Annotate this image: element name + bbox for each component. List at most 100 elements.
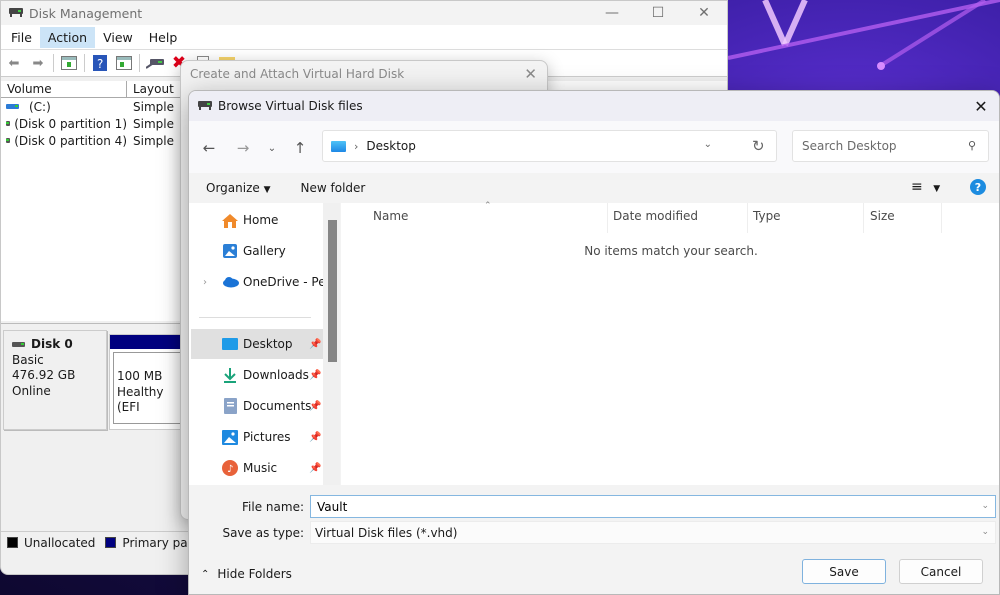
partition-size: 100 MB [117,369,163,383]
cancel-button[interactable]: Cancel [899,559,983,584]
hide-folders-label: Hide Folders [217,567,292,581]
file-name-input[interactable] [317,499,967,514]
unallocated-swatch [7,537,18,548]
show-action-pane-icon[interactable] [115,55,133,71]
up-icon[interactable]: ↑ [290,138,310,158]
organize-button[interactable]: Organize ▼ [206,181,271,195]
column-header-type[interactable]: Type [753,209,781,223]
new-folder-button[interactable]: New folder [301,181,366,195]
nav-item-desktop[interactable]: Desktop 📌 [191,329,323,359]
downloads-icon [221,366,239,384]
svg-text:♪: ♪ [227,464,233,475]
address-dropdown-icon[interactable]: ⌄ [704,139,712,150]
breadcrumb-desktop[interactable]: Desktop [366,139,416,153]
documents-icon [221,397,239,415]
browse-dialog: Browse Virtual Disk files ✕ ← → ⌄ ↑ › De… [188,90,1000,595]
refresh-icon[interactable]: ↻ [752,137,765,155]
column-header-size[interactable]: Size [870,209,895,223]
forward-icon[interactable]: → [233,138,253,158]
navigation-scrollbar[interactable] [323,203,340,485]
back-arrow-icon[interactable]: ⬅ [5,55,23,71]
title-bar: Disk Management — ☐ ✕ [1,1,727,25]
nav-item-downloads[interactable]: Downloads 📌 [191,360,323,390]
hide-folders-button[interactable]: ⌃ Hide Folders [201,567,292,581]
pin-icon[interactable]: 📌 [309,432,321,443]
menu-view[interactable]: View [95,27,141,48]
minimize-button[interactable]: — [589,1,635,25]
search-box: ⚲ [792,130,989,162]
file-list: ⌃ Name Date modified Type Size No items … [341,201,999,485]
primary-partition-swatch [105,537,117,548]
help-icon[interactable]: ? [91,55,109,71]
chevron-up-icon: ⌃ [201,568,210,580]
onedrive-icon [221,273,239,291]
column-header-date-modified[interactable]: Date modified [613,209,698,223]
close-button[interactable]: ✕ [971,96,991,116]
toolbar-separator [53,54,54,72]
partition-bar [110,335,188,349]
scrollbar-thumb[interactable] [328,220,337,362]
system-drive-icon [6,104,19,109]
dialog-title: Browse Virtual Disk files [218,99,363,113]
save-as-type-label: Save as type: [222,526,304,540]
column-divider[interactable] [747,203,748,233]
show-hide-console-tree-icon[interactable] [60,55,78,71]
organize-label: Organize [206,181,260,195]
column-divider[interactable] [607,203,608,233]
recent-locations-icon[interactable]: ⌄ [262,138,282,158]
view-options-button[interactable]: ≡ ▼ [911,179,940,195]
toolbar-separator [139,54,140,72]
pin-icon[interactable]: 📌 [309,463,321,474]
save-button[interactable]: Save [802,559,886,584]
nav-item-onedrive[interactable]: › OneDrive - Persc [191,267,323,297]
column-divider[interactable] [941,203,942,233]
window-title: Disk Management [29,5,143,21]
close-button[interactable]: ✕ [524,65,537,83]
dialog-title: Create and Attach Virtual Hard Disk [190,67,405,81]
chevron-down-icon: ⌄ [981,527,989,537]
back-icon[interactable]: ← [199,138,219,158]
dropdown-caret-icon: ▼ [933,184,941,194]
command-bar: Organize ▼ New folder ≡ ▼ ? [189,173,999,203]
column-divider[interactable] [863,203,864,233]
nav-item-pictures[interactable]: Pictures 📌 [191,422,323,452]
help-icon[interactable]: ? [970,179,986,195]
desktop-icon [331,140,346,152]
partition-block[interactable]: 100 MB Healthy (EFI [109,334,189,430]
desktop-icon [221,335,239,353]
menu-bar: File Action View Help [1,25,727,49]
pictures-icon [221,428,239,446]
disk-0-label[interactable]: Disk 0 Basic 476.92 GB Online [3,330,107,430]
column-header-name[interactable]: Name [373,209,408,223]
volume-layout: Simple [133,99,174,114]
svg-text:?: ? [97,57,103,71]
save-as-type-select[interactable]: Virtual Disk files (*.vhd) ⌄ [310,521,996,544]
menu-file[interactable]: File [3,27,40,48]
forward-arrow-icon[interactable]: ➡ [29,55,47,71]
nav-item-home[interactable]: Home [191,205,323,235]
expand-chevron-icon[interactable]: › [203,277,207,288]
nav-label: Gallery [243,244,286,258]
pin-icon[interactable]: 📌 [309,401,321,412]
nav-item-gallery[interactable]: Gallery [191,236,323,266]
nav-item-documents[interactable]: Documents 📌 [191,391,323,421]
menu-action[interactable]: Action [39,26,96,48]
column-header-layout[interactable]: Layout [127,81,187,97]
partition-status: Healthy (EFI [117,384,164,415]
file-name-dropdown-icon[interactable]: ⌄ [981,501,989,511]
sort-ascending-icon: ⌃ [484,201,492,211]
browse-title-bar: Browse Virtual Disk files [189,91,999,121]
address-bar[interactable]: › Desktop ⌄ [322,130,777,162]
dropdown-caret-icon: ▼ [263,185,271,195]
pin-icon[interactable]: 📌 [309,370,321,381]
maximize-button[interactable]: ☐ [635,1,681,25]
connect-drive-icon[interactable] [146,55,164,71]
close-button[interactable]: ✕ [681,1,727,25]
column-header-volume[interactable]: Volume [1,81,127,97]
nav-item-music[interactable]: ♪ Music 📌 [191,453,323,483]
search-input[interactable] [802,139,957,153]
file-name-field: ⌄ [310,495,996,518]
pin-icon[interactable]: 📌 [309,339,321,350]
volume-name: (C:) [29,99,51,114]
menu-help[interactable]: Help [141,27,186,48]
